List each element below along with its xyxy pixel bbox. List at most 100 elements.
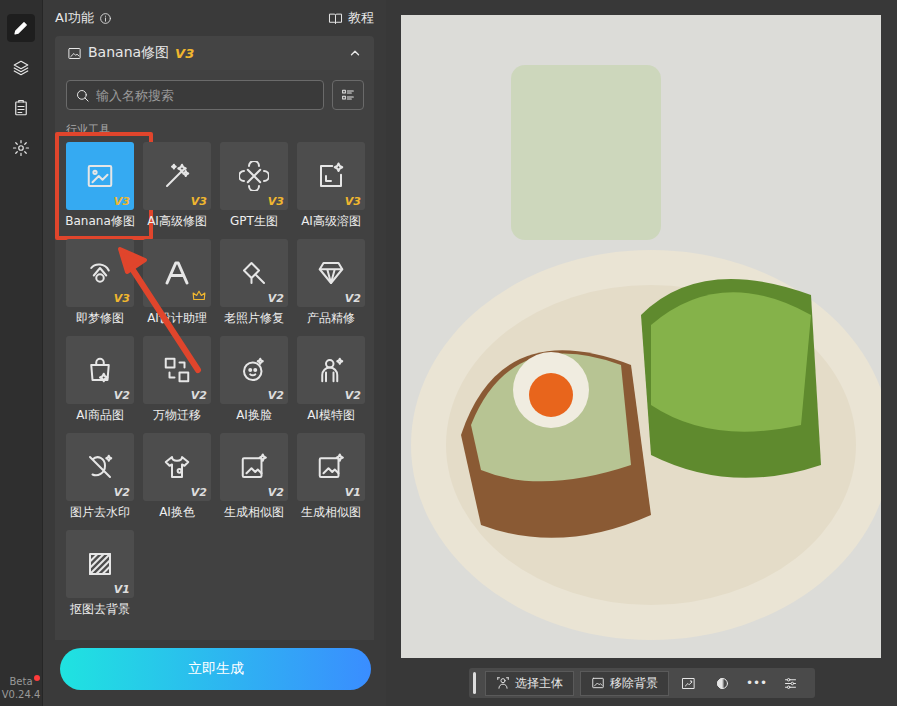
tool-tile[interactable] <box>143 239 211 307</box>
tool-label[interactable]: AI高级溶图 <box>301 213 361 230</box>
sidebar-item[interactable] <box>7 14 35 42</box>
sidebar-item[interactable] <box>7 94 35 122</box>
tool-label[interactable]: 产品精修 <box>307 310 355 327</box>
tool-item[interactable]: V1 抠图去背景 <box>66 530 134 618</box>
annotation-arrow-icon <box>43 0 386 706</box>
contrast-icon <box>715 676 730 691</box>
tool-tile[interactable]: V2 <box>297 239 365 307</box>
version-label: V0.24.4 <box>2 689 41 700</box>
tool-tile[interactable]: V1 <box>66 530 134 598</box>
tool-tile[interactable]: V3 <box>66 142 134 210</box>
tool-label[interactable]: 图片去水印 <box>70 504 130 521</box>
toolbar-button[interactable]: 选择主体 <box>485 671 574 696</box>
tool-icon <box>316 161 346 191</box>
tool-label[interactable]: AI模特图 <box>307 407 355 424</box>
tool-label[interactable]: 生成相似图 <box>224 504 284 521</box>
tutorial-link[interactable]: 教程 <box>328 9 374 27</box>
tool-icon <box>316 452 346 482</box>
tool-label[interactable]: AI换脸 <box>236 407 272 424</box>
tutorial-text[interactable]: 教程 <box>348 9 374 27</box>
tool-tile[interactable]: V1 <box>297 433 365 501</box>
tool-tile[interactable]: V2 <box>66 433 134 501</box>
tool-item[interactable]: V2 AI换脸 <box>220 336 288 424</box>
drag-handle[interactable] <box>473 672 476 694</box>
tool-item[interactable]: V3 Banana修图 <box>66 142 134 230</box>
tool-item[interactable]: V2 万物迁移 <box>143 336 211 424</box>
left-toolbar: BetaV0.24.4 <box>0 0 43 706</box>
tool-badge: V2 <box>268 292 284 305</box>
tool-item[interactable]: V1 生成相似图 <box>297 433 365 521</box>
tool-tile[interactable]: V2 <box>66 336 134 404</box>
tool-label[interactable]: AI商品图 <box>76 407 124 424</box>
resize-icon <box>681 676 696 691</box>
toolbar-button-label[interactable]: 选择主体 <box>515 675 563 692</box>
tool-tile[interactable]: V3 <box>220 142 288 210</box>
image-icon <box>67 46 82 61</box>
toolbar-button[interactable]: 移除背景 <box>580 671 669 696</box>
tool-item[interactable]: V2 AI模特图 <box>297 336 365 424</box>
tool-item[interactable]: V2 AI商品图 <box>66 336 134 424</box>
tool-icon <box>85 355 115 385</box>
tool-tile[interactable]: V2 <box>143 336 211 404</box>
panel-header: AI功能 教程 <box>55 0 374 36</box>
tool-tile[interactable]: V2 <box>143 433 211 501</box>
tool-grid: V3 Banana修图 V3 AI高级修图 V3 GPT生图 V3 AI高级溶图 V3 即梦修图 A… <box>66 142 364 618</box>
tool-item[interactable]: V3 即梦修图 <box>66 239 134 327</box>
tool-tile[interactable]: V3 <box>297 142 365 210</box>
sidebar-item[interactable] <box>7 54 35 82</box>
tool-label[interactable]: 抠图去背景 <box>70 601 130 618</box>
tool-tile[interactable]: V3 <box>66 239 134 307</box>
tool-item[interactable]: V3 AI高级溶图 <box>297 142 365 230</box>
info-icon <box>99 12 112 25</box>
spacer <box>66 618 364 640</box>
tool-item[interactable]: V2 AI换色 <box>143 433 211 521</box>
tool-tile[interactable]: V2 <box>297 336 365 404</box>
section-header[interactable]: Banana修图V3 <box>55 36 374 70</box>
tool-label[interactable]: Banana修图 <box>65 213 135 230</box>
tool-label[interactable]: AI设计助理 <box>147 310 207 327</box>
crown-icon <box>191 289 207 303</box>
tool-label[interactable]: AI换色 <box>159 504 195 521</box>
more-label[interactable]: ••• <box>746 676 767 690</box>
tool-icon <box>85 549 115 579</box>
tool-label[interactable]: AI高级修图 <box>147 213 207 230</box>
tool-icon <box>85 258 115 288</box>
tool-item[interactable]: V2 图片去水印 <box>66 433 134 521</box>
list-view-button[interactable] <box>332 80 364 110</box>
sidebar-item[interactable] <box>7 134 35 162</box>
tool-icon <box>316 355 346 385</box>
tool-label[interactable]: GPT生图 <box>230 213 278 230</box>
image-toolbar: 选择主体 移除背景 ••• <box>469 668 815 698</box>
tool-badge: V2 <box>268 486 284 499</box>
toolbar-button-label[interactable]: 移除背景 <box>610 675 658 692</box>
section-title[interactable]: Banana修图 <box>88 44 169 62</box>
tool-item[interactable]: V2 老照片修复 <box>220 239 288 327</box>
adjust-button[interactable] <box>675 676 703 691</box>
tool-item[interactable]: V2 产品精修 <box>297 239 365 327</box>
tool-item[interactable]: V3 AI高级修图 <box>143 142 211 230</box>
tool-item[interactable]: V2 生成相似图 <box>220 433 288 521</box>
search-field[interactable] <box>66 80 324 110</box>
generate-button[interactable]: 立即生成 <box>60 648 371 690</box>
tool-item[interactable]: AI设计助理 <box>143 239 211 327</box>
tool-label[interactable]: 即梦修图 <box>76 310 124 327</box>
tool-label[interactable]: 老照片修复 <box>224 310 284 327</box>
settings-button[interactable] <box>777 676 805 691</box>
sliders-icon <box>783 676 798 691</box>
chevron-icon <box>348 46 362 60</box>
tool-icon <box>162 452 192 482</box>
tool-badge: V2 <box>114 389 130 402</box>
tool-label[interactable]: 万物迁移 <box>153 407 201 424</box>
tool-badge: V2 <box>191 486 207 499</box>
search-input[interactable] <box>96 88 315 103</box>
tool-tile[interactable]: V2 <box>220 336 288 404</box>
tool-tile[interactable]: V2 <box>220 433 288 501</box>
tool-tile[interactable]: V2 <box>220 239 288 307</box>
tool-tile[interactable]: V3 <box>143 142 211 210</box>
tool-badge: V1 <box>345 486 361 499</box>
contrast-button[interactable] <box>709 676 737 691</box>
tool-item[interactable]: V3 GPT生图 <box>220 142 288 230</box>
tool-label[interactable]: 生成相似图 <box>301 504 361 521</box>
more-button[interactable]: ••• <box>743 676 771 690</box>
panel-title-text: AI功能 <box>55 9 94 27</box>
